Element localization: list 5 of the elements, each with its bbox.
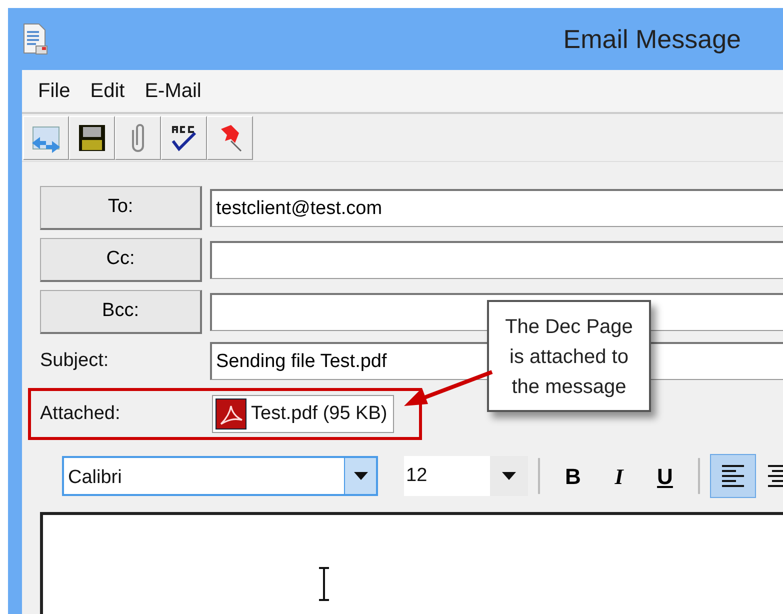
- attachment-name: Test.pdf (95 KB): [251, 402, 388, 426]
- attached-label: Attached:: [40, 402, 122, 426]
- window-title: Email Message: [563, 22, 741, 56]
- callout-tooltip: The Dec Page is attached to the message: [487, 300, 651, 412]
- subject-label: Subject:: [40, 348, 110, 373]
